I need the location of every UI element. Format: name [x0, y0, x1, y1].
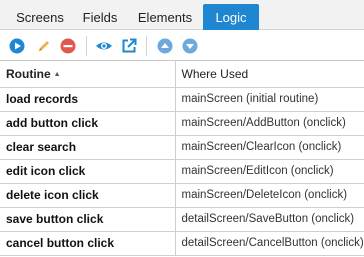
- where-used: mainScreen/ClearIcon (onclick): [175, 135, 364, 160]
- toolbar-separator: [86, 36, 87, 56]
- table-row[interactable]: clear search mainScreen/ClearIcon (oncli…: [0, 135, 364, 160]
- external-link-icon[interactable]: [121, 38, 137, 54]
- column-header-routine[interactable]: Routine ▲: [0, 61, 176, 88]
- where-used: mainScreen/EditIcon (onclick): [175, 159, 364, 184]
- where-used: detailScreen/SaveButton (onclick): [175, 207, 364, 232]
- column-header-where-used-label: Where Used: [181, 66, 249, 81]
- toolbar-separator: [146, 36, 147, 56]
- where-used: detailScreen/CancelButton (onclick): [175, 231, 364, 256]
- table-row[interactable]: add button click mainScreen/AddButton (o…: [0, 111, 364, 136]
- routine-name: load records: [0, 87, 176, 112]
- tab-bar: Screens Fields Elements Logic: [0, 0, 364, 30]
- where-used: mainScreen/DeleteIcon (onclick): [175, 183, 364, 208]
- sort-ascending-icon: ▲: [53, 70, 61, 78]
- move-down-icon[interactable]: [182, 38, 198, 54]
- tab-logic[interactable]: Logic: [203, 4, 259, 30]
- column-header-routine-label: Routine: [6, 66, 51, 81]
- routine-name: delete icon click: [0, 183, 176, 208]
- table-row[interactable]: save button click detailScreen/SaveButto…: [0, 207, 364, 232]
- where-used: mainScreen/AddButton (onclick): [175, 111, 364, 136]
- table-row[interactable]: load records mainScreen (initial routine…: [0, 87, 364, 112]
- table-row[interactable]: edit icon click mainScreen/EditIcon (onc…: [0, 159, 364, 184]
- where-used: mainScreen (initial routine): [175, 87, 364, 112]
- toolbar: [0, 30, 364, 61]
- pencil-icon[interactable]: [36, 38, 52, 54]
- move-up-icon[interactable]: [157, 38, 173, 54]
- table-header-row: Routine ▲ Where Used: [0, 61, 364, 88]
- routine-name: cancel button click: [0, 231, 176, 256]
- routine-name: clear search: [0, 135, 176, 160]
- column-header-where-used[interactable]: Where Used: [175, 61, 364, 88]
- table-row[interactable]: delete icon click mainScreen/DeleteIcon …: [0, 183, 364, 208]
- routine-name: edit icon click: [0, 159, 176, 184]
- play-icon[interactable]: [9, 38, 25, 54]
- tab-screens[interactable]: Screens: [8, 4, 72, 30]
- table-row[interactable]: cancel button click detailScreen/CancelB…: [0, 231, 364, 256]
- routines-table: Routine ▲ Where Used load records mainScr…: [0, 61, 364, 256]
- delete-icon[interactable]: [60, 38, 76, 54]
- tab-fields[interactable]: Fields: [72, 4, 128, 30]
- tab-elements[interactable]: Elements: [128, 4, 202, 30]
- routine-name: save button click: [0, 207, 176, 232]
- routine-name: add button click: [0, 111, 176, 136]
- eye-icon[interactable]: [95, 38, 113, 54]
